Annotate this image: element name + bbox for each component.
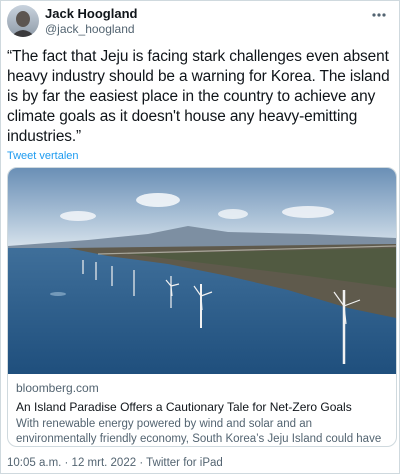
more-dots-icon: [372, 13, 386, 17]
avatar[interactable]: [7, 5, 39, 37]
link-preview-image: [8, 168, 396, 374]
tweet-timestamp[interactable]: 10:05 a.m. · 12 mrt. 2022 · Twitter for …: [7, 457, 223, 469]
tweet-text: “The fact that Jeju is facing stark chal…: [7, 48, 390, 145]
avatar-photo: [7, 5, 39, 37]
more-options-button[interactable]: [369, 5, 389, 25]
translate-tweet-link[interactable]: Tweet vertalen: [7, 150, 79, 162]
author-name[interactable]: Jack Hoogland: [45, 6, 137, 22]
link-domain: bloomberg.com: [16, 381, 99, 395]
link-preview-card[interactable]: bloomberg.com An Island Paradise Offers …: [7, 167, 397, 447]
author-handle[interactable]: @jack_hoogland: [45, 22, 135, 36]
link-title: An Island Paradise Offers a Cautionary T…: [16, 400, 352, 414]
link-description: With renewable energy powered by wind an…: [16, 418, 382, 445]
tweet-card: Jack Hoogland @jack_hoogland “The fact t…: [0, 0, 400, 474]
